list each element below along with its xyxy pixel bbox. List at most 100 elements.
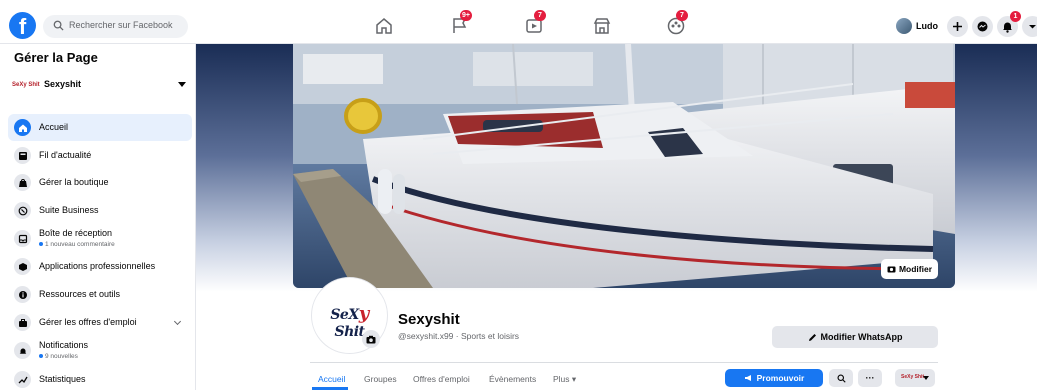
jobs-icon — [14, 314, 31, 331]
tab-accueil[interactable]: Accueil — [318, 374, 345, 384]
unread-dot — [39, 242, 43, 247]
pencil-icon — [808, 333, 816, 341]
chevron-down-icon — [173, 317, 182, 326]
plus-icon — [953, 22, 962, 31]
more-options-button[interactable]: ··· — [858, 369, 882, 387]
nav-marketplace[interactable] — [592, 16, 612, 36]
edit-profile-photo-button[interactable] — [362, 330, 380, 348]
camera-icon — [366, 335, 376, 343]
search-icon — [53, 20, 64, 31]
logo-text-x: y — [358, 303, 369, 324]
megaphone-icon — [744, 375, 751, 381]
promote-label: Promouvoir — [756, 373, 805, 383]
sidebar-item-fil-actualite[interactable]: Fil d'actualité — [8, 142, 192, 169]
sidebar-item-ressources[interactable]: Ressources et outils — [8, 281, 192, 308]
page-selector[interactable]: SeXy Shit Sexyshit — [12, 74, 188, 96]
messenger-button[interactable] — [972, 16, 993, 37]
sidebar-item-applications[interactable]: Applications professionnelles — [8, 253, 192, 280]
sidebar-item-label: Ressources et outils — [39, 289, 121, 299]
sidebar-item-statistiques[interactable]: Statistiques — [8, 366, 192, 390]
caret-down-icon — [923, 376, 929, 380]
shop-icon — [14, 174, 31, 191]
edit-cover-label: Modifier — [898, 264, 933, 274]
tab-offres-emploi[interactable]: Offres d'emploi — [413, 374, 470, 384]
sidebar-item-sublabel: 1 nouveau commentaire — [39, 241, 115, 248]
page-logo: SeXy Shit — [12, 82, 40, 88]
camera-icon — [887, 266, 896, 273]
account-menu-button[interactable] — [1022, 16, 1037, 37]
logo-text-left: SeX — [330, 307, 359, 323]
bell-icon — [14, 342, 31, 359]
logo-text-right: Shit — [334, 324, 365, 340]
sidebar-item-label: Fil d'actualité — [39, 150, 92, 160]
notifications-button[interactable]: 1 — [997, 11, 1021, 37]
sidebar-item-label: Suite Business — [39, 205, 99, 215]
search-page-button[interactable] — [829, 369, 853, 387]
sidebar-item-offres-emploi[interactable]: Gérer les offres d'emploi — [8, 309, 192, 336]
notifications-badge: 1 — [1010, 11, 1021, 22]
marketplace-icon — [593, 18, 611, 34]
sidebar-item-notifications[interactable]: Notifications 9 nouvelles — [8, 337, 192, 364]
sidebar-item-boite-reception[interactable]: Boîte de réception 1 nouveau commentaire — [8, 225, 192, 252]
sidebar-item-label: Applications professionnelles — [39, 261, 156, 271]
sidebar-item-label: Statistiques — [39, 374, 86, 384]
sidebar-item-label: Gérer la boutique — [39, 177, 109, 187]
home-icon — [376, 18, 392, 34]
sidebar-title: Gérer la Page — [14, 50, 98, 65]
page-selector-name: Sexyshit — [44, 79, 82, 89]
user-profile-chip[interactable]: Ludo — [896, 16, 938, 36]
sidebar-item-subtext: 9 nouvelles — [45, 353, 78, 360]
info-icon — [14, 286, 31, 303]
home-icon — [14, 119, 31, 136]
caret-down-icon — [178, 82, 186, 87]
news-feed-icon — [14, 147, 31, 164]
nav-home[interactable] — [374, 16, 394, 36]
page-subtitle: @sexyshit.x99 · Sports et loisirs — [398, 331, 520, 341]
nav-pages[interactable]: 9+ — [450, 10, 472, 36]
groups-badge: 7 — [676, 10, 688, 21]
edit-whatsapp-label: Modifier WhatsApp — [820, 332, 903, 342]
edit-whatsapp-button[interactable]: Modifier WhatsApp — [772, 326, 938, 348]
sidebar-item-label: Notifications — [39, 340, 89, 350]
insights-icon — [14, 371, 31, 388]
unread-dot — [39, 354, 43, 359]
tab-evenements[interactable]: Évènements — [489, 374, 536, 384]
edit-cover-button[interactable]: Modifier — [881, 259, 938, 279]
business-suite-icon — [14, 202, 31, 219]
pages-badge: 9+ — [460, 10, 472, 21]
search-placeholder: Rechercher sur Facebook — [69, 20, 173, 30]
nav-groups[interactable]: 7 — [666, 10, 688, 36]
sidebar-item-label: Accueil — [39, 122, 69, 132]
search-input[interactable]: Rechercher sur Facebook — [43, 15, 188, 38]
user-name: Ludo — [916, 21, 938, 31]
manage-page-sidebar: Gérer la Page SeXy Shit Sexyshit Accueil… — [0, 44, 196, 390]
tab-divider — [310, 362, 938, 363]
apps-icon — [14, 258, 31, 275]
create-button[interactable] — [947, 16, 968, 37]
nav-watch[interactable]: 7 — [524, 10, 546, 36]
search-icon — [836, 373, 846, 383]
avatar — [896, 18, 912, 34]
page-switcher-button[interactable]: SeXy Shit — [895, 369, 935, 387]
page-switcher-logo: SeXy Shit — [901, 374, 925, 380]
facebook-logo[interactable]: f — [9, 12, 36, 39]
tab-groupes[interactable]: Groupes — [364, 374, 397, 384]
promote-button[interactable]: Promouvoir — [725, 369, 823, 387]
sidebar-item-suite-business[interactable]: Suite Business — [8, 197, 192, 224]
tab-plus[interactable]: Plus ▾ — [553, 374, 576, 385]
sidebar-item-label: Boîte de réception — [39, 228, 113, 238]
messenger-icon — [977, 21, 988, 32]
page-title: Sexyshit — [398, 311, 460, 328]
profile-picture[interactable]: SeXy Shit — [312, 278, 387, 353]
inbox-icon — [14, 230, 31, 247]
watch-badge: 7 — [534, 10, 546, 21]
sidebar-item-boutique[interactable]: Gérer la boutique — [8, 169, 192, 196]
cover-photo — [293, 44, 955, 288]
more-dots: ··· — [865, 373, 875, 383]
chevron-down-icon — [1029, 25, 1036, 29]
top-navigation-bar: f Rechercher sur Facebook 9+ 7 7 Ludo 1 — [0, 8, 1037, 44]
sidebar-item-accueil[interactable]: Accueil — [8, 114, 192, 141]
sidebar-item-sublabel: 9 nouvelles — [39, 353, 78, 360]
sidebar-item-label: Gérer les offres d'emploi — [39, 317, 137, 327]
sidebar-item-subtext: 1 nouveau commentaire — [45, 241, 115, 248]
